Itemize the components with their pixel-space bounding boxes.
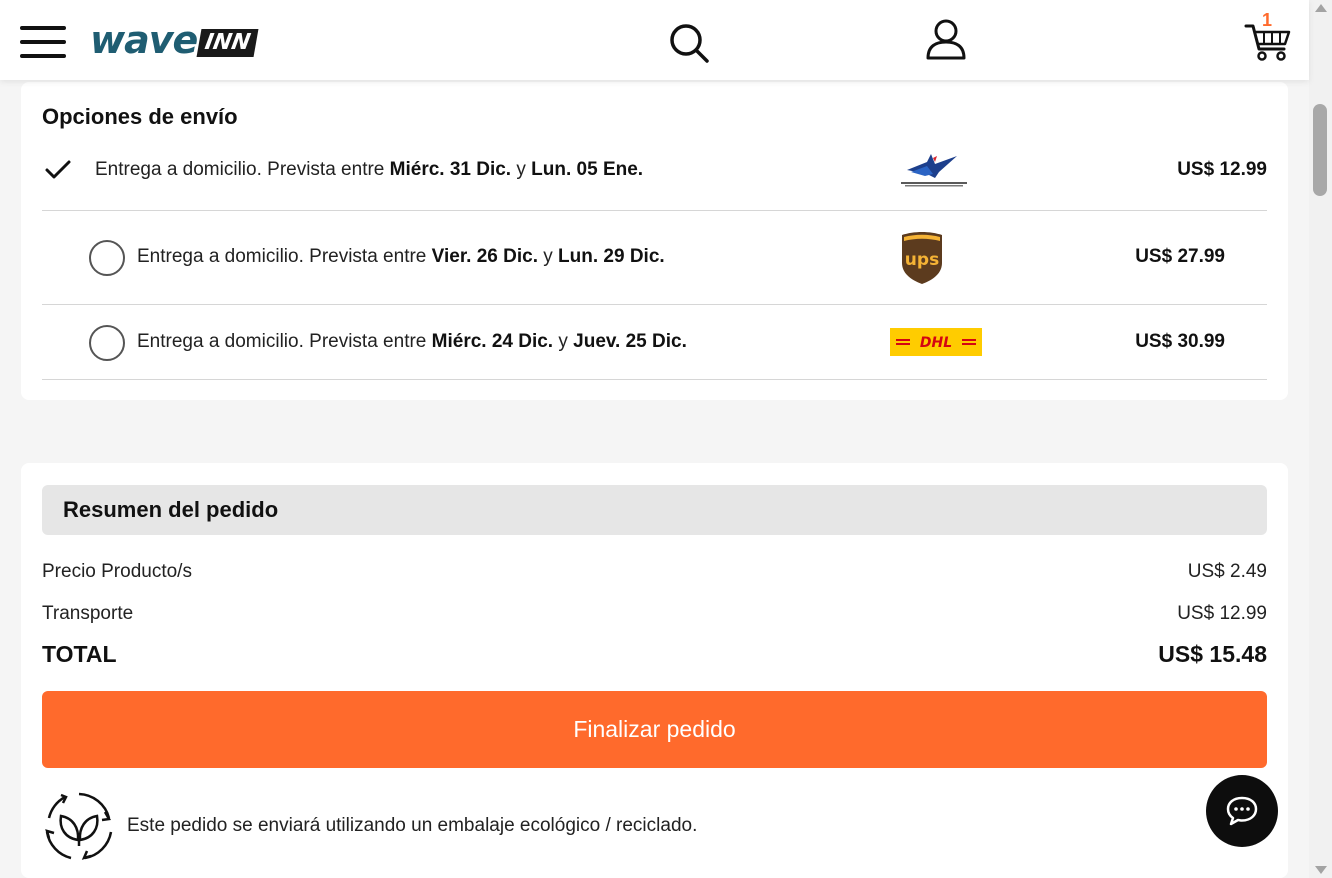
logo-inn-text: INN (196, 29, 259, 57)
desc-prefix: Entrega a domicilio. Prevista entre (137, 246, 432, 267)
menu-icon[interactable] (20, 26, 66, 58)
shipping-option-2-desc: Entrega a domicilio. Prevista entre Vier… (137, 246, 665, 268)
transport-label: Transporte (42, 603, 134, 624)
shipping-option-3-price: US$ 30.99 (1135, 331, 1225, 352)
transport-value: US$ 12.99 (1177, 603, 1267, 624)
shipping-option-3-radio[interactable] (89, 325, 125, 361)
shipping-options-card: Opciones de envío Entrega a domicilio. P… (21, 82, 1288, 400)
logo-wave-text: wave (90, 18, 198, 62)
desc-joiner: y (553, 331, 574, 352)
date-to: Juev. 25 Dic. (573, 331, 687, 352)
svg-text:DHL: DHL (920, 335, 952, 351)
chat-bubble-icon (1226, 796, 1258, 826)
desc-joiner: y (511, 159, 532, 180)
date-to: Lun. 05 Ene. (531, 159, 644, 180)
eco-packaging-icon (45, 792, 113, 860)
chat-button[interactable] (1206, 775, 1278, 847)
site-header: wave INN 1 (0, 0, 1309, 80)
order-summary-card: Resumen del pedido Precio Producto/s US$… (21, 463, 1288, 878)
order-summary-title: Resumen del pedido (63, 497, 279, 522)
shipping-option-3[interactable]: Entrega a domicilio. Prevista entre Miér… (42, 305, 1267, 380)
scroll-thumb[interactable] (1313, 104, 1327, 196)
dhl-logo: DHL (890, 328, 982, 356)
shipping-option-1-desc: Entrega a domicilio. Prevista entre Miér… (95, 159, 643, 181)
date-from: Miérc. 24 Dic. (431, 331, 554, 352)
desc-prefix: Entrega a domicilio. Prevista entre (137, 331, 432, 352)
ups-logo: ups (902, 232, 942, 284)
total-value: US$ 15.48 (1158, 641, 1267, 667)
order-summary-header: Resumen del pedido (42, 485, 1267, 535)
shipping-option-2-price: US$ 27.99 (1135, 246, 1225, 267)
shipping-options-title: Opciones de envío (42, 104, 238, 129)
product-price-label: Precio Producto/s (42, 561, 192, 582)
total-label: TOTAL (42, 641, 117, 667)
date-from: Miérc. 31 Dic. (389, 159, 512, 180)
checkmark-icon (45, 160, 71, 179)
shipping-option-1[interactable]: Entrega a domicilio. Prevista entre Miér… (42, 140, 1267, 211)
shipping-option-1-price: US$ 12.99 (1177, 159, 1267, 180)
product-price-value: US$ 2.49 (1187, 561, 1267, 582)
user-icon[interactable] (924, 18, 968, 62)
finalize-order-button[interactable]: Finalizar pedido (42, 691, 1267, 768)
desc-prefix: Entrega a domicilio. Prevista entre (95, 159, 390, 180)
scroll-up-arrow-icon[interactable] (1315, 4, 1327, 12)
page-scrollbar[interactable] (1309, 0, 1332, 878)
cart-count-badge: 1 (1262, 10, 1273, 30)
desc-joiner: y (537, 246, 559, 267)
svg-text:ups: ups (905, 250, 939, 270)
date-to: Lun. 29 Dic. (558, 246, 665, 267)
correos-del-ecuador-logo (901, 154, 967, 187)
scroll-down-arrow-icon[interactable] (1315, 866, 1327, 874)
date-from: Vier. 26 Dic. (431, 246, 538, 267)
eco-packaging-note: Este pedido se enviará utilizando un emb… (127, 815, 698, 836)
shipping-option-2[interactable]: Entrega a domicilio. Prevista entre Vier… (42, 211, 1267, 305)
shipping-option-2-radio[interactable] (89, 240, 125, 276)
search-icon[interactable] (668, 22, 710, 64)
shipping-option-3-desc: Entrega a domicilio. Prevista entre Miér… (137, 331, 687, 353)
waveinn-logo[interactable]: wave INN (90, 18, 259, 62)
